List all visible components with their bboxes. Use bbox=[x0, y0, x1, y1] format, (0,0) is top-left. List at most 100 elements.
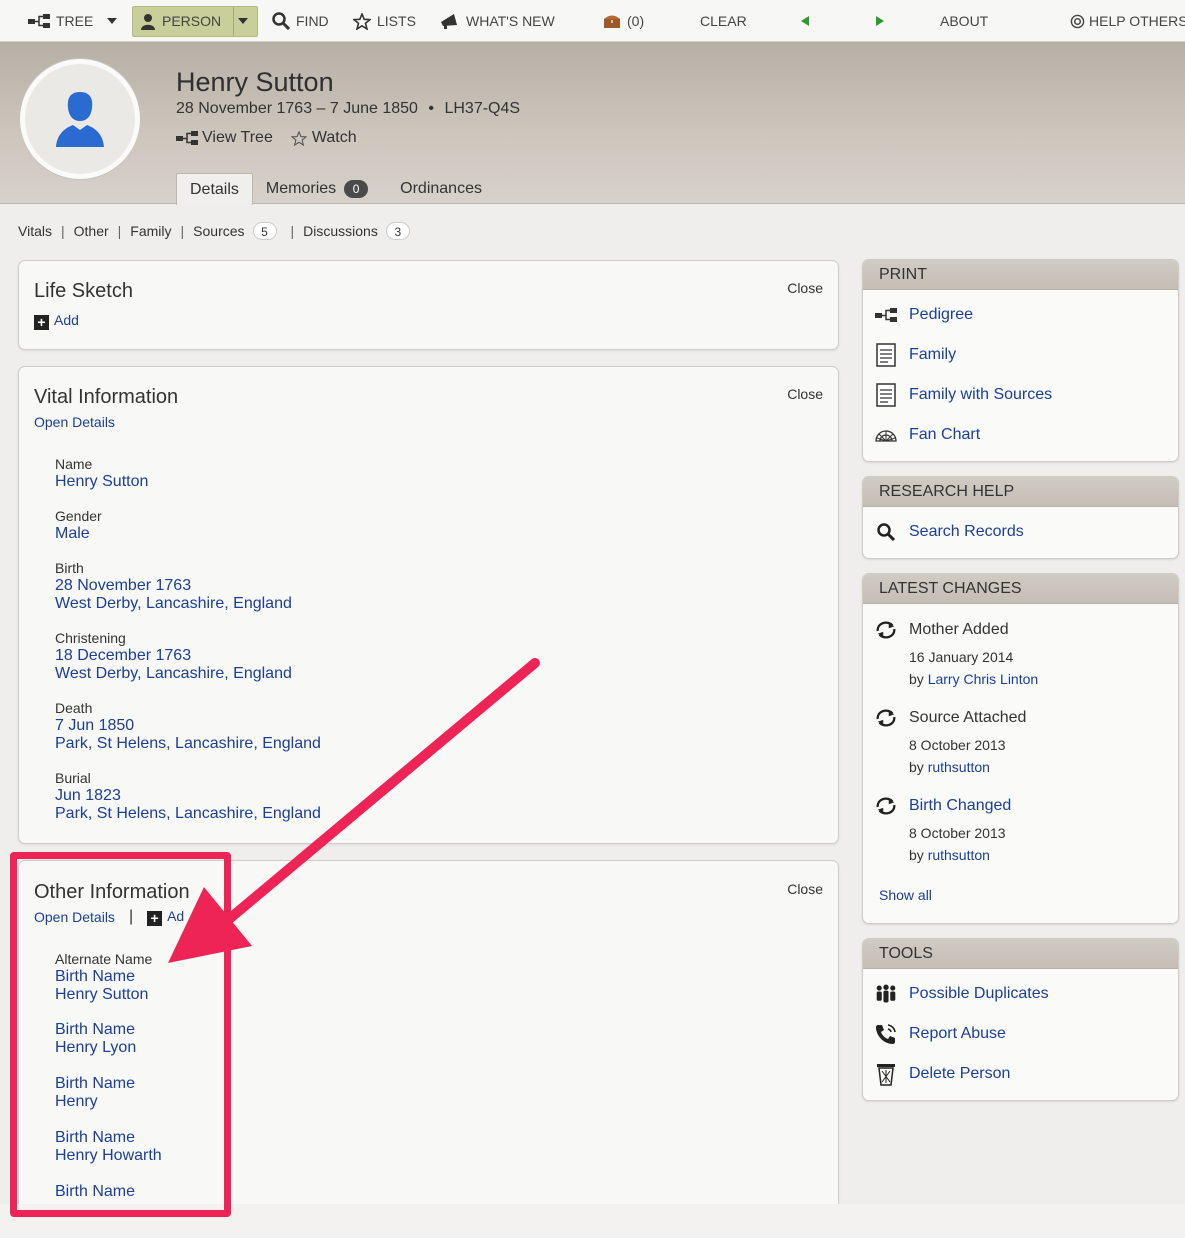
field-value: Henry Sutton bbox=[55, 473, 149, 490]
view-tree-link[interactable]: View Tree bbox=[176, 129, 273, 147]
show-all-link[interactable]: Show all bbox=[879, 887, 932, 903]
vital-info-close[interactable]: Close bbox=[787, 386, 823, 402]
print-pedigree[interactable]: Pedigree bbox=[875, 303, 973, 327]
field-place: Park, St Helens, Lancashire, England bbox=[55, 805, 321, 822]
search-records[interactable]: Search Records bbox=[875, 520, 1024, 544]
view-tree-label: View Tree bbox=[202, 129, 273, 146]
print-fan-chart-label: Fan Chart bbox=[909, 426, 981, 443]
person-name: Henry Sutton bbox=[176, 67, 334, 97]
people-icon bbox=[876, 984, 896, 1003]
nav-help-others-label: HELP OTHERS bbox=[1089, 13, 1185, 29]
section-nav: Vitals | Other | Family | Sources 5 | Di… bbox=[18, 222, 410, 240]
nav-clear-label: CLEAR bbox=[700, 13, 747, 29]
other-info-close[interactable]: Close bbox=[787, 881, 823, 897]
vital-open-details[interactable]: Open Details bbox=[34, 414, 115, 430]
person-dropdown[interactable] bbox=[237, 0, 255, 42]
tree-icon bbox=[28, 14, 50, 28]
tree-dropdown[interactable] bbox=[106, 0, 124, 42]
add-label: Add bbox=[54, 312, 79, 328]
field-value: Male bbox=[55, 525, 90, 542]
life-sketch-title: Life Sketch bbox=[34, 280, 133, 302]
nav-lists[interactable]: LISTS bbox=[353, 0, 416, 42]
subnav-family[interactable]: Family bbox=[130, 223, 171, 239]
vital-field-death[interactable]: Death 7 Jun 1850 Park, St Helens, Lancas… bbox=[55, 700, 321, 753]
change-item: Birth Changed 8 October 2013 by ruthsutt… bbox=[875, 796, 1011, 863]
pedigree-icon bbox=[875, 308, 897, 322]
refresh-icon bbox=[876, 797, 896, 815]
nav-cart-count: (0) bbox=[627, 13, 645, 29]
subnav-discussions[interactable]: Discussions bbox=[303, 223, 378, 239]
tab-ordinances-label: Ordinances bbox=[400, 180, 482, 197]
person-silhouette-icon bbox=[56, 92, 104, 147]
nav-forward[interactable] bbox=[875, 0, 891, 42]
discussions-count-badge: 3 bbox=[385, 222, 410, 240]
vital-field-burial[interactable]: Burial Jun 1823 Park, St Helens, Lancash… bbox=[55, 770, 321, 823]
field-value: 7 Jun 1850 bbox=[55, 717, 135, 734]
chest-icon bbox=[604, 15, 620, 28]
possible-duplicates[interactable]: Possible Duplicates bbox=[875, 982, 1049, 1006]
trash-icon bbox=[877, 1064, 895, 1086]
vital-field-christening[interactable]: Christening 18 December 1763 West Derby,… bbox=[55, 630, 292, 683]
field-label: Gender bbox=[55, 508, 102, 524]
nav-whats-new[interactable]: WHAT'S NEW bbox=[440, 0, 555, 42]
vital-field-gender[interactable]: Gender Male bbox=[55, 508, 102, 543]
nav-lists-label: LISTS bbox=[377, 13, 416, 29]
nav-find[interactable]: FIND bbox=[272, 0, 329, 42]
nav-cart[interactable]: (0) bbox=[603, 0, 644, 42]
field-label: Name bbox=[55, 456, 93, 472]
nav-about[interactable]: ABOUT bbox=[940, 0, 988, 42]
caret-down-icon bbox=[238, 18, 248, 24]
life-sketch-add[interactable]: + Add bbox=[34, 312, 79, 330]
research-title: RESEARCH HELP bbox=[863, 477, 1178, 507]
report-abuse[interactable]: Report Abuse bbox=[875, 1022, 1006, 1046]
print-fan-chart[interactable]: Fan Chart bbox=[875, 423, 980, 447]
change-user[interactable]: ruthsutton bbox=[928, 847, 990, 863]
memories-count-badge: 0 bbox=[344, 180, 369, 198]
print-panel: PRINT Pedigree Family Family with Source… bbox=[862, 259, 1179, 462]
life-sketch-close[interactable]: Close bbox=[787, 280, 823, 296]
tab-memories[interactable]: Memories 0 bbox=[253, 173, 381, 205]
print-family-sources-label: Family with Sources bbox=[909, 386, 1053, 403]
tab-ordinances[interactable]: Ordinances bbox=[387, 173, 495, 205]
field-value: 18 December 1763 bbox=[55, 647, 192, 664]
person-header: Henry Sutton 28 November 1763 – 7 June 1… bbox=[0, 42, 1185, 205]
refresh-icon bbox=[876, 621, 896, 639]
tab-details[interactable]: Details bbox=[176, 173, 253, 205]
lifebuoy-icon bbox=[1070, 14, 1085, 28]
header-links: View Tree Watch bbox=[176, 129, 357, 147]
change-title-link[interactable]: Birth Changed bbox=[909, 797, 1011, 815]
person-id: LH37-Q4S bbox=[444, 100, 521, 117]
nav-whats-new-label: WHAT'S NEW bbox=[466, 13, 555, 29]
subnav-sources[interactable]: Sources bbox=[193, 223, 244, 239]
nav-back[interactable] bbox=[800, 0, 816, 42]
change-date: 8 October 2013 bbox=[909, 825, 1006, 841]
subnav-vitals[interactable]: Vitals bbox=[18, 223, 52, 239]
print-family-sources[interactable]: Family with Sources bbox=[875, 383, 1052, 407]
change-title: Source Attached bbox=[909, 709, 1027, 726]
change-user[interactable]: Larry Chris Linton bbox=[928, 671, 1039, 687]
change-date: 8 October 2013 bbox=[909, 737, 1006, 753]
plus-icon: + bbox=[34, 315, 49, 330]
fan-chart-icon bbox=[875, 430, 897, 442]
nav-person[interactable]: PERSON bbox=[140, 0, 221, 42]
watch-link[interactable]: Watch bbox=[290, 129, 357, 147]
subnav-other[interactable]: Other bbox=[74, 223, 109, 239]
vital-field-birth[interactable]: Birth 28 November 1763 West Derby, Lanca… bbox=[55, 560, 292, 613]
vital-field-name[interactable]: Name Henry Sutton bbox=[55, 456, 148, 491]
search-records-label: Search Records bbox=[909, 523, 1024, 540]
delete-person[interactable]: Delete Person bbox=[875, 1062, 1010, 1086]
tab-details-label: Details bbox=[190, 180, 239, 198]
change-title: Mother Added bbox=[909, 621, 1009, 638]
change-user[interactable]: ruthsutton bbox=[928, 759, 990, 775]
life-sketch-card: Life Sketch Close + Add bbox=[18, 260, 839, 350]
top-nav: TREE PERSON FIND LISTS WHAT'S NEW (0) CL… bbox=[0, 0, 1185, 42]
print-family[interactable]: Family bbox=[875, 343, 956, 367]
nav-tree[interactable]: TREE bbox=[28, 0, 93, 42]
research-panel: RESEARCH HELP Search Records bbox=[862, 476, 1179, 559]
nav-help-others[interactable]: HELP OTHERS bbox=[1070, 0, 1185, 42]
nav-clear[interactable]: CLEAR bbox=[700, 0, 747, 42]
print-title: PRINT bbox=[863, 260, 1178, 290]
phone-icon bbox=[876, 1024, 896, 1044]
change-date: 16 January 2014 bbox=[909, 649, 1014, 665]
report-abuse-label: Report Abuse bbox=[909, 1025, 1006, 1042]
